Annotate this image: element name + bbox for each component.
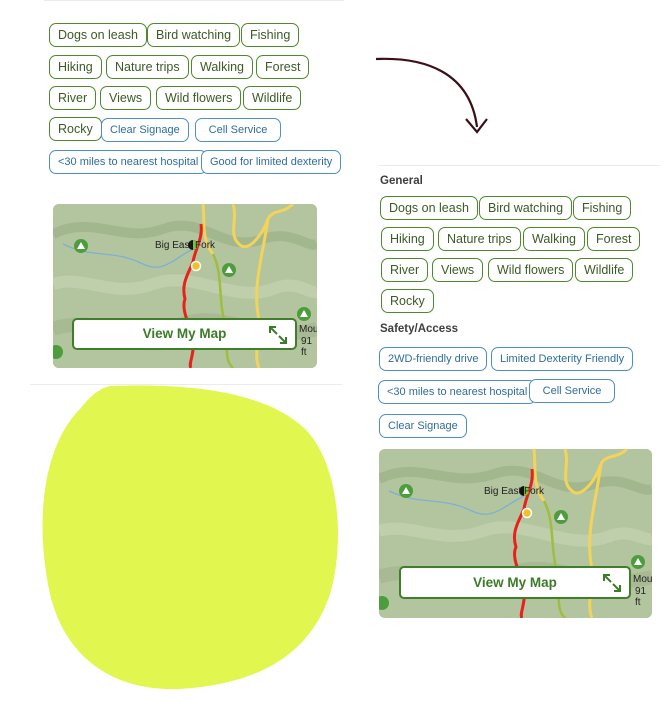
tag-wildlife[interactable]: Wildlife bbox=[243, 86, 302, 110]
tag-clear-signage[interactable]: Clear Signage bbox=[379, 414, 467, 438]
map-peak-label: Moun bbox=[299, 324, 317, 335]
map-place-label: Big East Fork bbox=[155, 240, 216, 251]
map-place-label: Big East Fork bbox=[484, 486, 545, 497]
tag-cell-service[interactable]: Cell Service bbox=[195, 118, 281, 142]
tag-wildlife[interactable]: Wildlife bbox=[575, 258, 634, 282]
tag-nature-trips[interactable]: Nature trips bbox=[438, 227, 521, 251]
decorative-blob bbox=[42, 385, 338, 690]
tag-river[interactable]: River bbox=[381, 258, 429, 282]
tag-views[interactable]: Views bbox=[432, 258, 484, 282]
tag-limited-dexterity[interactable]: Good for limited dexterity bbox=[201, 150, 342, 174]
expand-icon bbox=[269, 326, 287, 344]
trail-map-right[interactable]: Big East Fork Moun 91 ft View My Map bbox=[379, 449, 652, 618]
tag-hospital-distance[interactable]: <30 miles to nearest hospital bbox=[378, 380, 537, 404]
tag-dogs-on-leash[interactable]: Dogs on leash bbox=[380, 196, 478, 220]
tag-2wd-drive[interactable]: 2WD-friendly drive bbox=[379, 347, 488, 371]
tag-limited-dexterity-friendly[interactable]: Limited Dexterity Friendly bbox=[491, 347, 634, 371]
tag-nature-trips[interactable]: Nature trips bbox=[106, 55, 189, 79]
top-divider-left bbox=[44, 0, 344, 1]
tag-hospital-distance[interactable]: <30 miles to nearest hospital bbox=[49, 150, 208, 174]
tag-rocky[interactable]: Rocky bbox=[381, 289, 434, 313]
tag-forest[interactable]: Forest bbox=[256, 55, 310, 79]
safety-access-heading: Safety/Access bbox=[380, 323, 458, 335]
tag-river[interactable]: River bbox=[49, 86, 97, 110]
view-my-map-button[interactable]: View My Map bbox=[399, 566, 631, 599]
top-divider-right bbox=[378, 165, 660, 166]
map-elevation-label: 91 ft bbox=[635, 586, 647, 608]
tag-forest[interactable]: Forest bbox=[587, 227, 641, 251]
tag-hiking[interactable]: Hiking bbox=[49, 55, 102, 79]
tag-clear-signage[interactable]: Clear Signage bbox=[101, 118, 189, 142]
tag-bird-watching[interactable]: Bird watching bbox=[479, 196, 573, 220]
tag-fishing[interactable]: Fishing bbox=[241, 23, 300, 47]
expand-icon bbox=[603, 574, 621, 592]
map-elevation-label: 91 ft bbox=[301, 336, 313, 358]
general-heading: General bbox=[380, 175, 423, 187]
view-my-map-label: View My Map bbox=[473, 575, 557, 590]
tag-views[interactable]: Views bbox=[100, 86, 152, 110]
view-my-map-label: View My Map bbox=[142, 326, 227, 341]
tag-cell-service[interactable]: Cell Service bbox=[529, 379, 615, 403]
tag-wild-flowers[interactable]: Wild flowers bbox=[488, 258, 574, 282]
tag-rocky[interactable]: Rocky bbox=[49, 117, 102, 141]
map-peak-label: Moun bbox=[633, 574, 652, 585]
tag-dogs-on-leash[interactable]: Dogs on leash bbox=[49, 23, 147, 47]
tag-wild-flowers[interactable]: Wild flowers bbox=[156, 86, 242, 110]
curved-arrow-icon bbox=[375, 57, 488, 134]
tag-hiking[interactable]: Hiking bbox=[381, 227, 434, 251]
trail-map-left[interactable]: Big East Fork Moun 91 ft View My Map bbox=[53, 204, 317, 368]
view-my-map-button[interactable]: View My Map bbox=[72, 318, 297, 350]
tag-fishing[interactable]: Fishing bbox=[573, 196, 632, 220]
tag-walking[interactable]: Walking bbox=[523, 227, 585, 251]
tag-bird-watching[interactable]: Bird watching bbox=[147, 23, 241, 47]
tag-walking[interactable]: Walking bbox=[191, 55, 253, 79]
